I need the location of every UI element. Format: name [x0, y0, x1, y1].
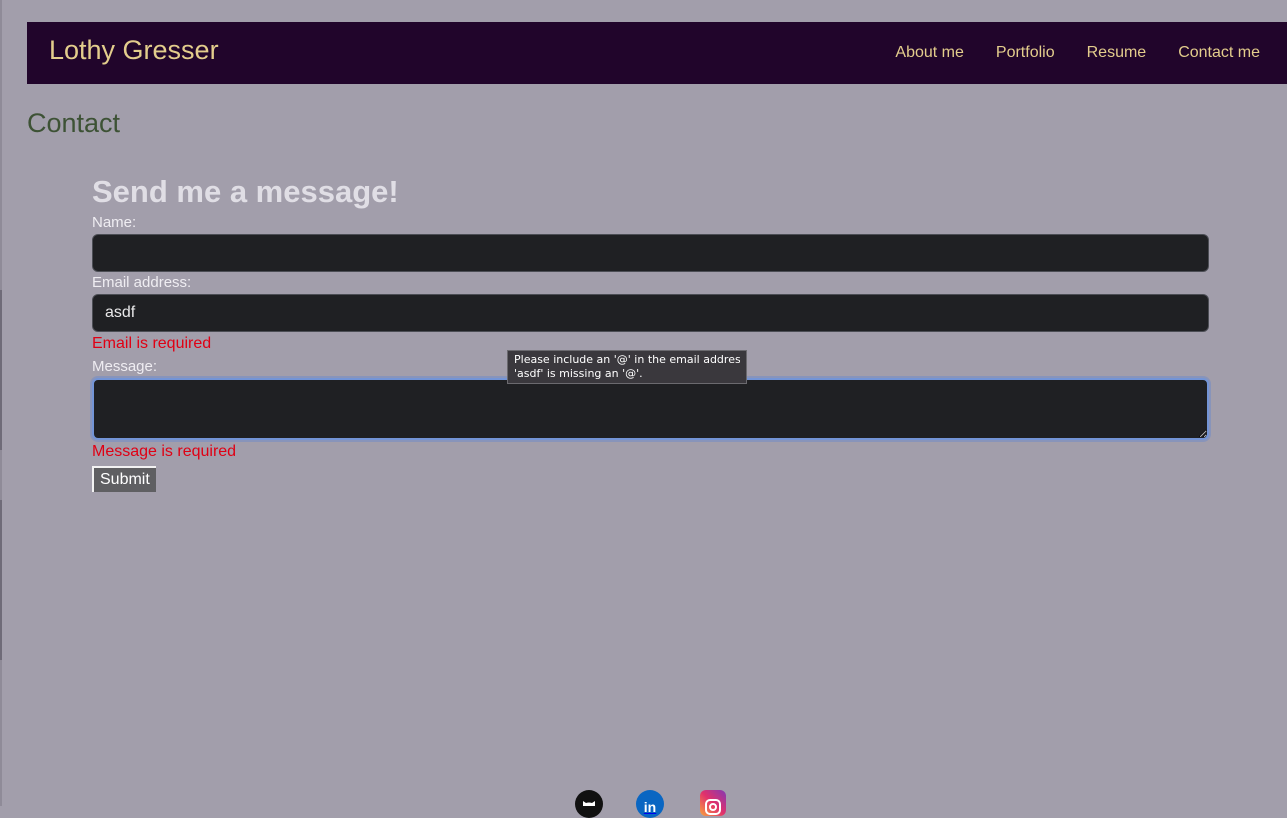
message-error: Message is required [92, 443, 237, 460]
instagram-icon[interactable] [700, 790, 726, 816]
linkedin-icon[interactable]: in [636, 790, 664, 818]
linkedin-glyph: in [643, 799, 657, 815]
edge-mark [0, 290, 2, 450]
form-heading: Send me a message! [92, 174, 399, 209]
github-icon[interactable] [575, 790, 603, 818]
brand-link[interactable]: Lothy Gresser [49, 35, 219, 66]
site-header: Lothy Gresser About me Portfolio Resume … [27, 22, 1287, 84]
contact-form: Send me a message! Name: Email address: … [92, 172, 1209, 492]
window-left-edge [0, 0, 2, 806]
validation-tooltip: Please include an '@' in the email addre… [507, 350, 747, 384]
tooltip-line-1: Please include an '@' in the email addre… [514, 353, 740, 366]
edge-mark [0, 500, 2, 660]
email-label: Email address: [92, 274, 192, 291]
submit-button[interactable]: Submit [92, 466, 156, 492]
name-label: Name: [92, 214, 137, 231]
main-nav: About me Portfolio Resume Contact me [895, 22, 1260, 84]
nav-about-me[interactable]: About me [895, 44, 963, 62]
nav-resume[interactable]: Resume [1087, 44, 1147, 62]
section-title: Contact [27, 108, 121, 138]
footer: in [0, 790, 1287, 818]
email-input[interactable] [92, 294, 1209, 332]
tooltip-line-2: 'asdf' is missing an '@'. [514, 367, 643, 380]
message-textarea[interactable] [92, 378, 1209, 440]
instagram-glyph [705, 799, 721, 815]
github-glyph [583, 801, 595, 806]
name-input[interactable] [92, 234, 1209, 272]
nav-portfolio[interactable]: Portfolio [996, 44, 1055, 62]
nav-contact-me[interactable]: Contact me [1178, 44, 1260, 62]
